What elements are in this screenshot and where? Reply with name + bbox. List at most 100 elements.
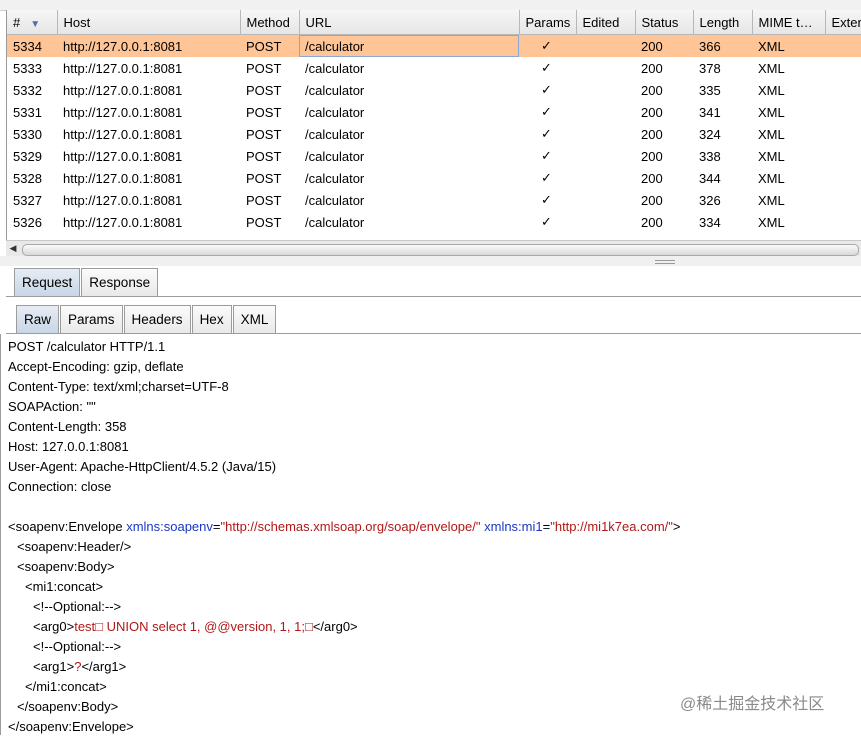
- column-header[interactable]: Params: [519, 10, 576, 35]
- tab-raw[interactable]: Raw: [16, 305, 59, 333]
- xml-attr-name: xmlns:soapenv: [126, 519, 213, 534]
- column-header[interactable]: Status: [635, 10, 693, 35]
- row-extension: [825, 167, 861, 189]
- column-header[interactable]: Method: [240, 10, 299, 35]
- tab-hex[interactable]: Hex: [192, 305, 232, 333]
- column-header-label: Exter: [832, 15, 861, 30]
- table-row[interactable]: 5329http://127.0.0.1:8081POST/calculator…: [7, 145, 861, 167]
- header-line[interactable]: SOAPAction: "": [8, 397, 96, 417]
- header-line[interactable]: Content-Type: text/xml;charset=UTF-8: [8, 377, 229, 397]
- tab-params[interactable]: Params: [60, 305, 123, 333]
- row-method: POST: [240, 123, 299, 145]
- xml-arg1[interactable]: <arg1>?</arg1>: [33, 657, 126, 677]
- row-params-check-icon: ✓: [519, 211, 576, 233]
- xml-equals: =: [213, 519, 221, 534]
- xml-arg0[interactable]: <arg0>test□ UNION select 1, @@version, 1…: [33, 617, 358, 637]
- row-status: 200: [635, 167, 693, 189]
- row-length: 338: [693, 145, 752, 167]
- row-method: POST: [240, 57, 299, 79]
- row-params-check-icon: ✓: [519, 101, 576, 123]
- request-line[interactable]: POST /calculator HTTP/1.1: [8, 337, 165, 357]
- tab-xml[interactable]: XML: [233, 305, 277, 333]
- header-line[interactable]: Accept-Encoding: gzip, deflate: [8, 357, 184, 377]
- xml-envelope-close[interactable]: </soapenv:Envelope>: [8, 717, 134, 737]
- column-header[interactable]: #▼: [7, 10, 57, 35]
- row-mime: XML: [752, 79, 825, 101]
- xml-tag-end: >: [673, 519, 681, 534]
- tab-headers[interactable]: Headers: [124, 305, 191, 333]
- table-row[interactable]: 5330http://127.0.0.1:8081POST/calculator…: [7, 123, 861, 145]
- column-header-label: Status: [642, 15, 679, 30]
- column-header[interactable]: MIME t…: [752, 10, 825, 35]
- table-row[interactable]: 5327http://127.0.0.1:8081POST/calculator…: [7, 189, 861, 211]
- http-history-table: #▼HostMethodURLParamsEdited Status Length M…: [7, 10, 861, 233]
- xml-body-open[interactable]: <soapenv:Body>: [17, 557, 115, 577]
- row-edited: [576, 211, 635, 233]
- xml-comment[interactable]: <!--Optional:-->: [33, 597, 121, 617]
- row-mime: XML: [752, 145, 825, 167]
- row-mime: XML: [752, 167, 825, 189]
- column-header-label: MIME t…: [759, 15, 813, 30]
- scroll-left-icon[interactable]: ◀: [6, 241, 20, 256]
- column-header[interactable]: Exter: [825, 10, 861, 35]
- row-edited: [576, 79, 635, 101]
- xml-tag: </arg0>: [313, 619, 358, 634]
- row-length: 326: [693, 189, 752, 211]
- column-header[interactable]: Host: [57, 10, 240, 35]
- row-method: POST: [240, 79, 299, 101]
- xml-comment[interactable]: <!--Optional:-->: [33, 637, 121, 657]
- column-header[interactable]: Edited: [576, 10, 635, 35]
- scrollbar-thumb[interactable]: [22, 244, 859, 256]
- raw-request-editor[interactable]: POST /calculator HTTP/1.1 Accept-Encodin…: [0, 334, 861, 735]
- pane-splitter[interactable]: [0, 256, 861, 266]
- row-params-check-icon: ✓: [519, 79, 576, 101]
- xml-header[interactable]: <soapenv:Header/>: [17, 537, 131, 557]
- column-header[interactable]: URL: [299, 10, 519, 35]
- tab-response[interactable]: Response: [81, 268, 158, 296]
- row-extension: [825, 123, 861, 145]
- tab-request[interactable]: Request: [14, 268, 80, 296]
- column-header[interactable]: Length: [693, 10, 752, 35]
- table-row[interactable]: 5331http://127.0.0.1:8081POST/calculator…: [7, 101, 861, 123]
- row-extension: [825, 189, 861, 211]
- xml-text-value: test□ UNION select 1, @@version, 1, 1;□: [74, 619, 313, 634]
- xml-attr-value: "http://mi1k7ea.com/": [550, 519, 673, 534]
- row-edited: [576, 145, 635, 167]
- xml-body-close[interactable]: </soapenv:Body>: [17, 697, 118, 717]
- row-extension: [825, 35, 861, 58]
- row-host: http://127.0.0.1:8081: [57, 211, 240, 233]
- header-line[interactable]: Host: 127.0.0.1:8081: [8, 437, 129, 457]
- table-header-row: #▼HostMethodURLParamsEdited Status Length M…: [7, 10, 861, 35]
- history-table-container: #▼HostMethodURLParamsEdited Status Length M…: [6, 10, 861, 256]
- table-row[interactable]: 5332http://127.0.0.1:8081POST/calculator…: [7, 79, 861, 101]
- xml-concat-close[interactable]: </mi1:concat>: [25, 677, 107, 697]
- header-line[interactable]: Connection: close: [8, 477, 111, 497]
- row-url: /calculator: [299, 211, 519, 233]
- header-line[interactable]: Content-Length: 358: [8, 417, 127, 437]
- xml-concat-open[interactable]: <mi1:concat>: [25, 577, 103, 597]
- header-line[interactable]: User-Agent: Apache-HttpClient/4.5.2 (Jav…: [8, 457, 276, 477]
- row-extension: [825, 79, 861, 101]
- row-length: 324: [693, 123, 752, 145]
- row-url: /calculator: [299, 189, 519, 211]
- row-extension: [825, 211, 861, 233]
- xml-tag: <arg0>: [33, 619, 74, 634]
- table-row[interactable]: 5326http://127.0.0.1:8081POST/calculator…: [7, 211, 861, 233]
- table-row[interactable]: 5334http://127.0.0.1:8081POST/calculator…: [7, 35, 861, 58]
- row-url: /calculator: [299, 145, 519, 167]
- row-edited: [576, 189, 635, 211]
- row-status: 200: [635, 145, 693, 167]
- row-number: 5330: [7, 123, 57, 145]
- row-url: /calculator: [299, 57, 519, 79]
- row-host: http://127.0.0.1:8081: [57, 145, 240, 167]
- table-row[interactable]: 5333http://127.0.0.1:8081POST/calculator…: [7, 57, 861, 79]
- sort-descending-icon[interactable]: ▼: [30, 19, 40, 30]
- splitter-grip-icon[interactable]: [655, 260, 675, 264]
- row-status: 200: [635, 211, 693, 233]
- xml-envelope-open[interactable]: <soapenv:Envelope xmlns:soapenv="http://…: [8, 517, 680, 537]
- row-number: 5327: [7, 189, 57, 211]
- table-row[interactable]: 5328http://127.0.0.1:8081POST/calculator…: [7, 167, 861, 189]
- row-method: POST: [240, 167, 299, 189]
- horizontal-scrollbar[interactable]: ◀: [6, 240, 861, 257]
- row-status: 200: [635, 79, 693, 101]
